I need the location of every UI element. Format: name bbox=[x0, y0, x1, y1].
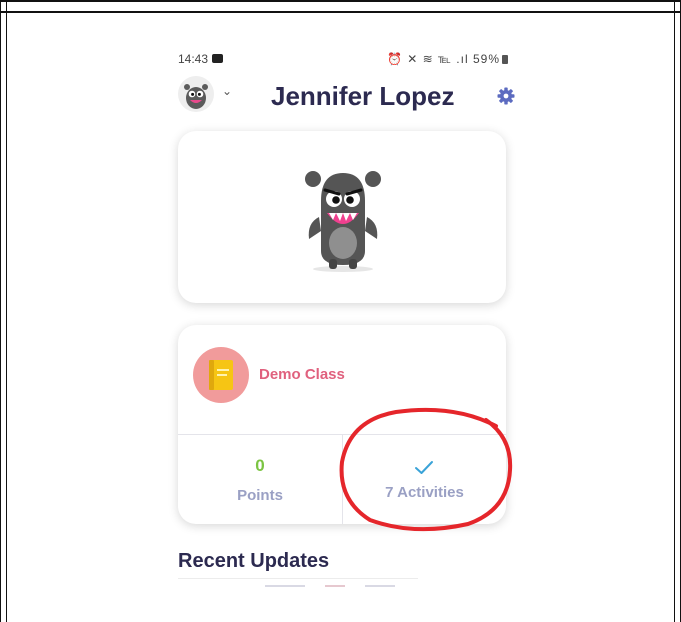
chevron-down-icon[interactable]: ⌄ bbox=[222, 84, 232, 98]
activities-button[interactable]: 7 Activities bbox=[343, 484, 506, 501]
frame-top-line bbox=[0, 11, 681, 13]
notification-icon bbox=[212, 54, 223, 63]
class-name[interactable]: Demo Class bbox=[259, 366, 345, 383]
monster-avatar-icon[interactable] bbox=[178, 76, 214, 112]
recent-updates-heading: Recent Updates bbox=[178, 550, 330, 572]
battery-level: 59% bbox=[472, 52, 500, 66]
status-bar: 14:43 ⏰ ✕ ≋ ℡ .ıl 59% bbox=[178, 50, 508, 68]
check-icon[interactable] bbox=[414, 460, 434, 476]
points-label[interactable]: Points bbox=[178, 487, 342, 504]
app-header: ⌄ Jennifer Lopez bbox=[178, 76, 518, 116]
status-time: 14:43 bbox=[178, 52, 209, 66]
gear-icon[interactable] bbox=[496, 86, 516, 106]
class-card[interactable]: Demo Class 0 Points 7 Activities bbox=[178, 325, 506, 524]
avatar-card[interactable] bbox=[178, 131, 506, 303]
status-icons: ⏰ ✕ ≋ ℡ .ıl 59% bbox=[387, 52, 508, 66]
notebook-icon bbox=[193, 347, 249, 403]
page-title: Jennifer Lopez bbox=[271, 81, 455, 111]
battery-icon bbox=[502, 55, 508, 64]
screenshot-cut-line bbox=[178, 578, 418, 579]
status-indicator-icons: ⏰ ✕ ≋ ℡ .ıl bbox=[387, 52, 469, 66]
monster-icon bbox=[299, 161, 387, 273]
card-divider-vertical bbox=[342, 434, 343, 524]
points-value[interactable]: 0 bbox=[178, 456, 342, 476]
